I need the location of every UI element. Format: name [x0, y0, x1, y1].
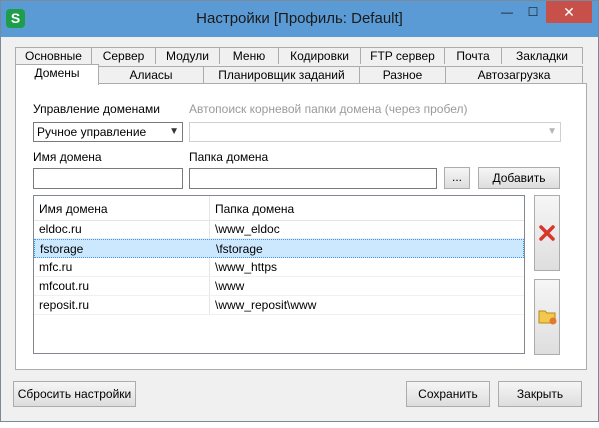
row-domain-folder: \www_reposit\www [215, 298, 317, 312]
row-domain-folder: \www_eldoc [215, 222, 280, 236]
domain-management-label: Управление доменами [33, 102, 160, 116]
minimize-button[interactable]: — [494, 1, 520, 23]
save-button[interactable]: Сохранить [406, 381, 490, 407]
add-domain-button[interactable]: Добавить [478, 167, 560, 189]
domain-folder-label: Папка домена [189, 150, 269, 164]
open-folder-button[interactable] [534, 279, 560, 355]
close-window-button[interactable]: ✕ [546, 1, 592, 23]
settings-window: S Настройки [Профиль: Default] — ☐ ✕ Осн… [0, 0, 599, 422]
column-domain-name[interactable]: Имя домена [39, 202, 108, 216]
domains-table[interactable]: Имя домена Папка домена eldoc.ru \www_el… [33, 195, 525, 354]
client-area: Основные Сервер Модули Меню Кодировки FT… [5, 37, 594, 417]
maximize-button[interactable]: ☐ [520, 1, 546, 23]
domain-management-select[interactable]: Ручное управление ▼ [33, 122, 183, 142]
row-domain-name: mfc.ru [39, 260, 73, 274]
column-domain-folder[interactable]: Папка домена [215, 202, 294, 216]
row-domain-folder: \fstorage [216, 242, 263, 256]
domains-content: Управление доменами Автопоиск корневой п… [5, 37, 594, 417]
row-domain-name: mfcout.ru [39, 279, 90, 293]
chevron-down-icon: ▼ [169, 126, 179, 137]
browse-folder-button[interactable]: ... [444, 167, 470, 189]
table-row[interactable]: eldoc.ru \www_eldoc [34, 220, 524, 239]
delete-domain-button[interactable] [534, 195, 560, 271]
reset-settings-button[interactable]: Сбросить настройки [13, 381, 136, 407]
table-row[interactable]: mfc.ru \www_https [34, 258, 524, 277]
autosearch-label: Автопоиск корневой папки домена (через п… [189, 102, 468, 116]
domain-folder-input[interactable] [189, 168, 437, 189]
close-button[interactable]: Закрыть [498, 381, 582, 407]
row-domain-name: fstorage [40, 242, 84, 256]
table-row-selected[interactable]: fstorage \fstorage [34, 239, 524, 258]
chevron-down-icon: ▼ [547, 126, 557, 137]
row-domain-folder: \www [215, 279, 245, 293]
autosearch-combo[interactable]: ▼ [189, 122, 561, 142]
row-domain-name: eldoc.ru [39, 222, 82, 236]
domain-management-value: Ручное управление [37, 125, 147, 139]
domain-name-input[interactable] [33, 168, 183, 189]
table-row[interactable]: reposit.ru \www_reposit\www [34, 296, 524, 315]
folder-arrow-icon [538, 310, 557, 325]
red-x-icon [539, 225, 555, 241]
table-row[interactable]: mfcout.ru \www [34, 277, 524, 296]
row-domain-name: reposit.ru [39, 298, 90, 312]
table-header: Имя домена Папка домена [34, 196, 524, 221]
domain-name-label: Имя домена [33, 150, 102, 164]
row-domain-folder: \www_https [215, 260, 278, 274]
title-bar[interactable]: S Настройки [Профиль: Default] — ☐ ✕ [1, 1, 598, 37]
